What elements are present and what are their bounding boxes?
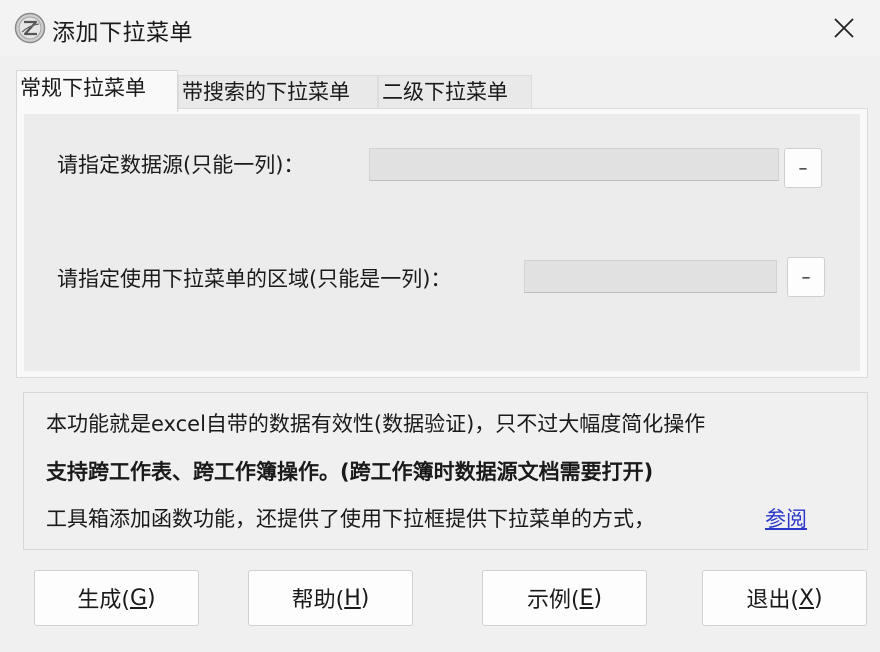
help-button[interactable]: 帮助(H) [248, 570, 413, 626]
close-button[interactable] [820, 6, 868, 50]
tab-regular-dropdown[interactable]: 常规下拉菜单 [16, 70, 178, 112]
see-also-link[interactable]: 参阅 [765, 503, 807, 533]
target-label: 请指定使用下拉菜单的区域(只能是一列)： [57, 267, 452, 291]
collapse-icon: – [801, 266, 811, 288]
window-title: 添加下拉菜单 [52, 20, 193, 46]
collapse-icon: – [798, 157, 808, 179]
info-line-2: 支持跨工作表、跨工作簿操作。(跨工作簿时数据源文档需要打开) [46, 460, 654, 484]
form-area: 请指定数据源(只能一列)： – 请指定使用下拉菜单的区域(只能是一列)： – [24, 114, 860, 371]
source-label: 请指定数据源(只能一列)： [57, 153, 305, 177]
app-logo-icon [14, 12, 46, 44]
exit-button[interactable]: 退出(X) [702, 570, 867, 626]
close-icon [834, 18, 854, 38]
title-bar: 添加下拉菜单 [0, 0, 880, 56]
target-range-picker-button[interactable]: – [787, 257, 825, 297]
tab-searchable-dropdown[interactable]: 带搜索的下拉菜单 [178, 75, 378, 109]
info-line-3: 工具箱添加函数功能，还提供了使用下拉框提供下拉菜单的方式， [46, 507, 655, 531]
tab-panel: 请指定数据源(只能一列)： – 请指定使用下拉菜单的区域(只能是一列)： – [16, 108, 868, 378]
example-button[interactable]: 示例(E) [482, 570, 647, 626]
tab-cascading-dropdown[interactable]: 二级下拉菜单 [378, 75, 532, 109]
target-range-field[interactable] [524, 260, 777, 293]
source-range-picker-button[interactable]: – [784, 148, 822, 188]
info-line-1: 本功能就是excel自带的数据有效性(数据验证)，只不过大幅度简化操作 [46, 412, 706, 436]
source-range-field[interactable] [369, 148, 779, 181]
generate-button[interactable]: 生成(G) [34, 570, 199, 626]
info-box: 本功能就是excel自带的数据有效性(数据验证)，只不过大幅度简化操作 支持跨工… [23, 392, 868, 550]
